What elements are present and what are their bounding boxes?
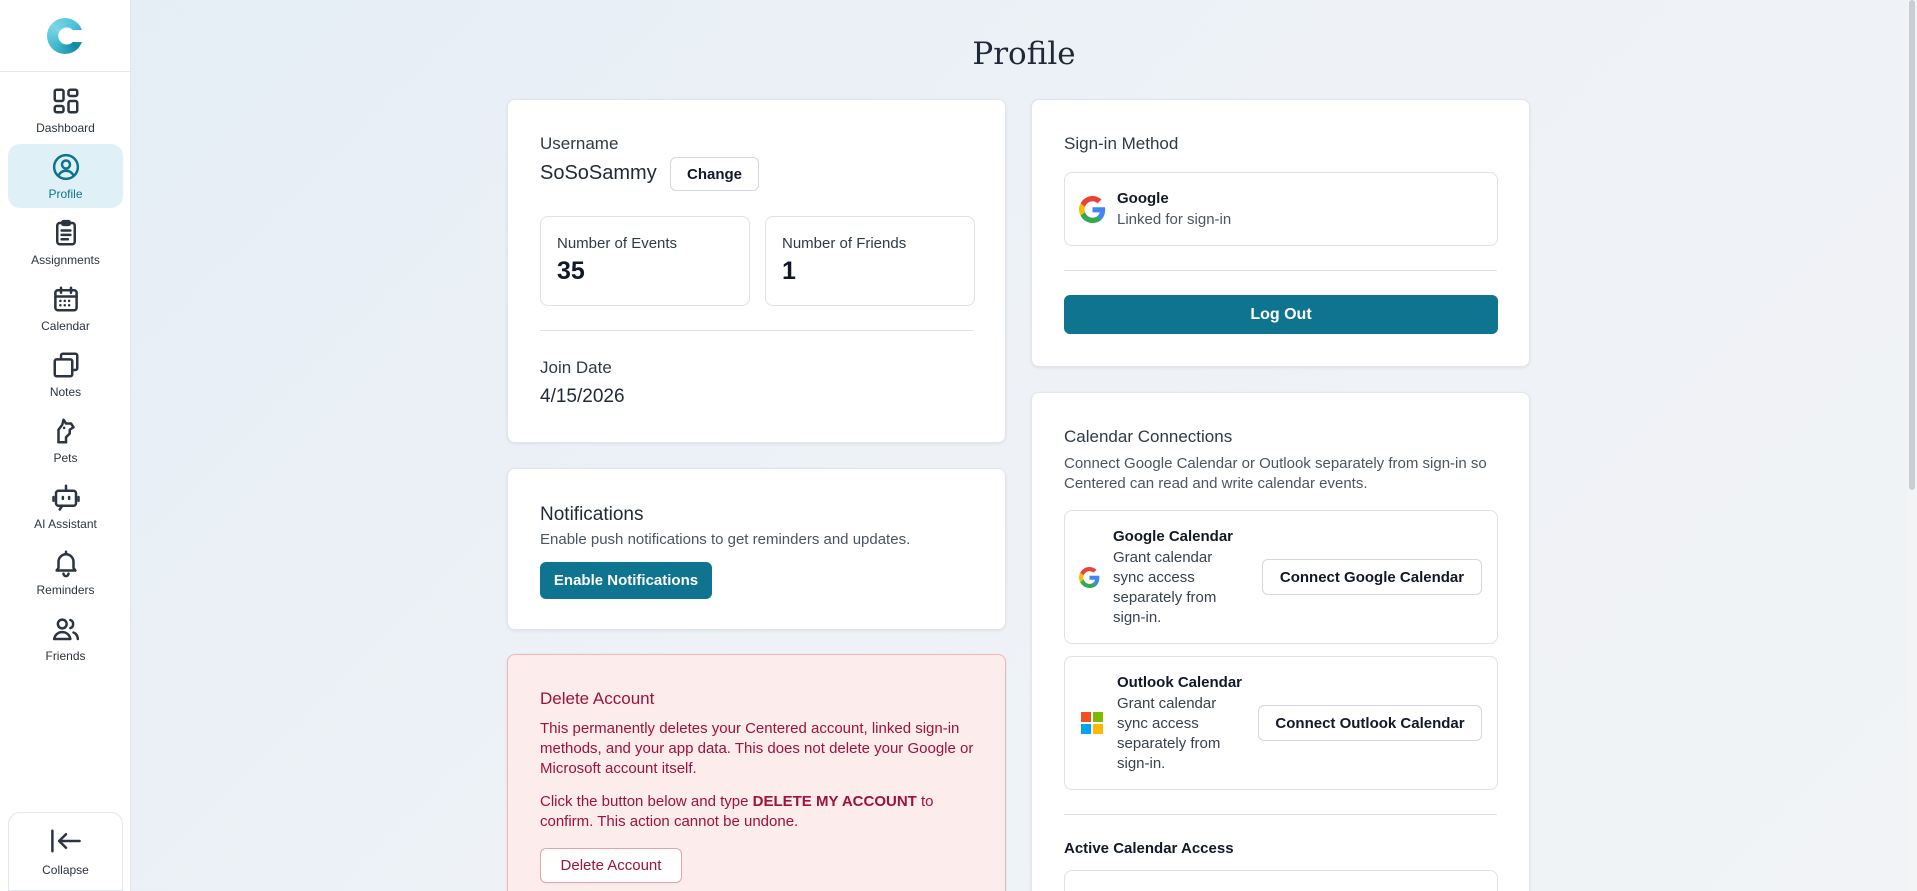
collapse-label: Collapse: [42, 862, 89, 877]
sidebar-item-label: AI Assistant: [34, 516, 97, 531]
page-scrollbar[interactable]: [1907, 0, 1917, 891]
sidebar-item-label: Dashboard: [36, 120, 95, 135]
sidebar-item-calendar[interactable]: Calendar: [8, 276, 123, 340]
calendar-connections-card: Calendar Connections Connect Google Cale…: [1031, 392, 1530, 891]
scrollbar-thumb[interactable]: [1909, 0, 1915, 490]
sidebar-item-profile[interactable]: Profile: [8, 144, 123, 208]
instructions-before: Click the button below and type: [540, 793, 753, 810]
username-label: Username: [540, 134, 619, 153]
enable-notifications-button[interactable]: Enable Notifications: [540, 562, 712, 599]
pet-icon: [56, 418, 75, 443]
sidebar-item-reminders[interactable]: Reminders: [8, 540, 123, 604]
outlook-calendar-desc: Grant calendar sync access separately fr…: [1117, 695, 1221, 772]
user-circle-icon: [52, 153, 79, 180]
sidebar-item-label: Reminders: [36, 582, 95, 597]
google-icon: [1079, 567, 1100, 588]
sidebar-item-dashboard[interactable]: Dashboard: [8, 78, 123, 142]
change-username-button[interactable]: Change: [670, 157, 759, 191]
delete-account-warning: This permanently deletes your Centered a…: [540, 720, 974, 777]
delete-account-instructions: Click the button below and type DELETE M…: [540, 792, 980, 832]
confirm-phrase: DELETE MY ACCOUNT: [752, 793, 917, 810]
sidebar: Dashboard Profile Assignments Calendar N…: [0, 0, 131, 891]
microsoft-icon: [1081, 712, 1103, 734]
signin-divider: [1064, 270, 1497, 271]
logout-button[interactable]: Log Out: [1064, 295, 1498, 334]
active-calendar-access-box: [1064, 870, 1498, 891]
sidebar-item-label: Pets: [53, 450, 78, 465]
signin-provider-row: Google Linked for sign-in: [1064, 172, 1498, 246]
sidebar-item-label: Friends: [45, 648, 86, 663]
signin-provider-status: Linked for sign-in: [1117, 211, 1232, 228]
sidebar-nav: Dashboard Profile Assignments Calendar N…: [8, 78, 123, 672]
outlook-calendar-row: Outlook Calendar Grant calendar sync acc…: [1064, 656, 1498, 790]
notifications-description: Enable push notifications to get reminde…: [540, 531, 911, 548]
users-icon: [52, 617, 79, 640]
collapse-button[interactable]: Collapse: [8, 812, 123, 891]
join-date-label: Join Date: [540, 358, 612, 377]
sidebar-item-label: Assignments: [31, 252, 100, 267]
profile-card: Username SoSoSammy Change Number of Even…: [507, 99, 1006, 443]
events-stat: Number of Events 35: [540, 216, 750, 306]
calendar-connections-description: Connect Google Calendar or Outlook separ…: [1064, 455, 1487, 492]
clipboard-icon: [55, 219, 76, 245]
signin-card: Sign-in Method Google Linked for sign-in…: [1031, 99, 1530, 367]
notifications-title: Notifications: [540, 504, 644, 525]
bot-icon: [51, 484, 80, 511]
connect-outlook-calendar-button[interactable]: Connect Outlook Calendar: [1258, 705, 1482, 741]
signin-title: Sign-in Method: [1064, 134, 1179, 153]
events-label: Number of Events: [557, 235, 678, 252]
page-title: Profile: [972, 36, 1076, 72]
calendar-icon: [53, 286, 78, 311]
calendar-connections-title: Calendar Connections: [1064, 427, 1233, 446]
calendar-divider: [1064, 814, 1497, 815]
connect-google-calendar-button[interactable]: Connect Google Calendar: [1262, 559, 1482, 595]
notifications-card: Notifications Enable push notifications …: [507, 468, 1006, 630]
sidebar-item-pets[interactable]: Pets: [8, 408, 123, 472]
active-calendar-access-title: Active Calendar Access: [1064, 840, 1234, 857]
google-calendar-desc: Grant calendar sync access separately fr…: [1113, 549, 1217, 626]
events-value: 35: [557, 257, 585, 285]
signin-provider-name: Google: [1117, 190, 1169, 207]
bell-icon: [54, 550, 77, 577]
friends-value: 1: [782, 257, 796, 285]
username-value: SoSoSammy: [540, 162, 657, 184]
dashboard-icon: [53, 88, 78, 113]
sidebar-item-assignments[interactable]: Assignments: [8, 210, 123, 274]
profile-divider: [540, 330, 973, 331]
collapse-icon: [50, 829, 81, 852]
sidebar-item-label: Calendar: [41, 318, 90, 333]
sidebar-item-notes[interactable]: Notes: [8, 342, 123, 406]
outlook-calendar-name: Outlook Calendar: [1117, 674, 1243, 691]
friends-label: Number of Friends: [782, 235, 907, 252]
delete-account-title: Delete Account: [540, 689, 655, 708]
delete-account-card: Delete Account This permanently deletes …: [507, 654, 1006, 891]
sidebar-item-ai-assistant[interactable]: AI Assistant: [8, 474, 123, 538]
google-calendar-name: Google Calendar: [1113, 528, 1234, 545]
sidebar-item-friends[interactable]: Friends: [8, 606, 123, 670]
sidebar-item-label: Profile: [48, 186, 83, 201]
friends-stat: Number of Friends 1: [765, 216, 975, 306]
delete-account-button[interactable]: Delete Account: [540, 848, 682, 883]
google-icon: [1079, 196, 1106, 223]
google-calendar-row: Google Calendar Grant calendar sync acce…: [1064, 510, 1498, 644]
join-date-value: 4/15/2026: [540, 386, 625, 407]
sidebar-item-label: Notes: [49, 384, 82, 399]
notes-icon: [53, 352, 78, 377]
